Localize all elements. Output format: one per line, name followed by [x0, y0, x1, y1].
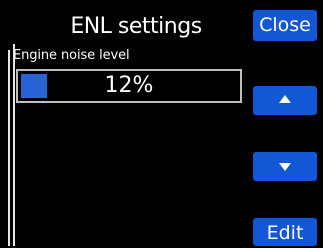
- engine-noise-level-label: Engine noise level: [13, 48, 130, 63]
- down-button[interactable]: [253, 152, 317, 181]
- page-title: ENL settings: [70, 14, 202, 39]
- edit-button[interactable]: Edit: [253, 218, 317, 246]
- up-button[interactable]: [253, 86, 317, 115]
- arrow-up-icon: [279, 95, 291, 103]
- left-divider-outer: [8, 50, 10, 246]
- engine-noise-level-value: 12%: [104, 73, 154, 98]
- left-divider-inner: [13, 44, 15, 246]
- engine-noise-level-field[interactable]: 12%: [16, 69, 242, 103]
- close-button[interactable]: Close: [253, 10, 317, 41]
- arrow-down-icon: [279, 163, 291, 171]
